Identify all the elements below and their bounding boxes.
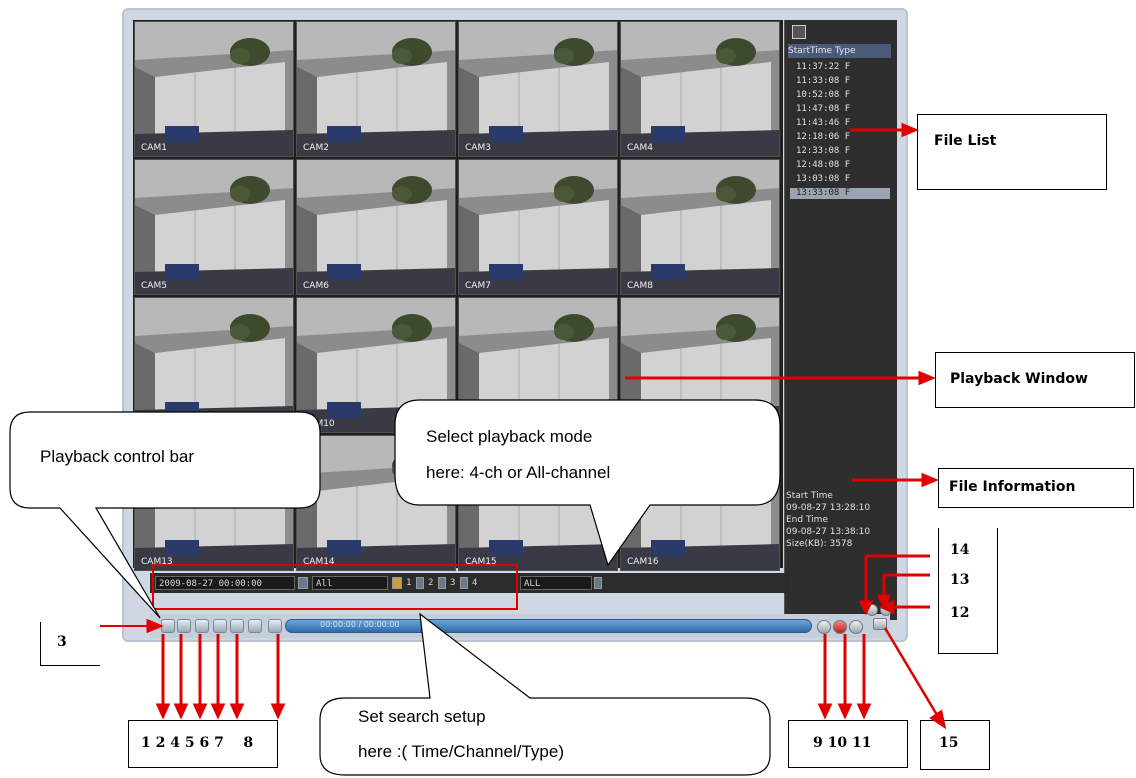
control-bar-bubble-text: Playback control bar — [40, 447, 195, 466]
annotation-overlay — [9, 122, 947, 776]
search-bubble-line-1: Set search setup — [358, 707, 486, 726]
mode-bubble-line-2: here: 4-ch or All-channel — [426, 463, 611, 482]
search-bubble-line-2: here :( Time/Channel/Type) — [358, 742, 564, 761]
mode-bubble-line-1: Select playback mode — [426, 427, 593, 446]
